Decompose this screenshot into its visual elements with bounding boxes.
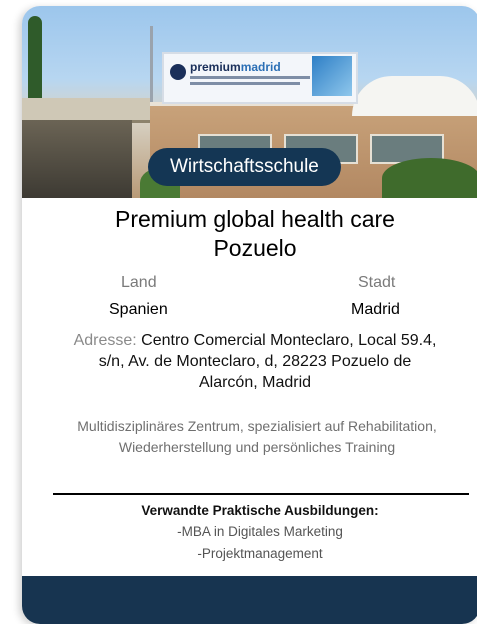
divider xyxy=(53,493,469,495)
address-block: Adresse: Centro Comercial Monteclaro, Lo… xyxy=(70,330,440,393)
antenna-pole xyxy=(150,26,153,106)
dome-structure xyxy=(352,76,477,116)
country-value: Spanien xyxy=(109,301,168,318)
school-type-badge: Wirtschaftsschule xyxy=(148,148,341,186)
address-label: Adresse: xyxy=(73,332,137,349)
billboard: premiummadrid xyxy=(162,52,358,104)
billboard-subtext-line xyxy=(190,76,310,79)
school-description: Multidisziplinäres Zentrum, spezialisier… xyxy=(77,418,437,455)
terrace-area xyxy=(22,120,132,198)
shrub-decoration xyxy=(382,158,477,198)
country-label: Land xyxy=(121,274,157,291)
brand-logo-icon xyxy=(170,64,186,80)
swimmer-image xyxy=(312,56,352,96)
school-title: Premium global health care Pozuelo xyxy=(115,206,395,261)
city-label: Stadt xyxy=(358,274,396,291)
related-training-item[interactable]: -MBA in Digitales Marketing xyxy=(52,524,468,539)
billboard-subtext-line xyxy=(190,82,300,85)
card-footer[interactable] xyxy=(22,576,477,624)
school-card[interactable]: premiummadrid Wirtschaftsschule Premium … xyxy=(22,6,477,624)
city-value: Madrid xyxy=(351,301,400,318)
address-value: Centro Comercial Monteclaro, Local 59.4,… xyxy=(98,332,437,391)
related-training-item[interactable]: -Projektmanagement xyxy=(52,546,468,561)
related-trainings-title: Verwandte Praktische Ausbildungen: xyxy=(141,503,379,518)
billboard-brand: premiummadrid xyxy=(190,60,281,74)
